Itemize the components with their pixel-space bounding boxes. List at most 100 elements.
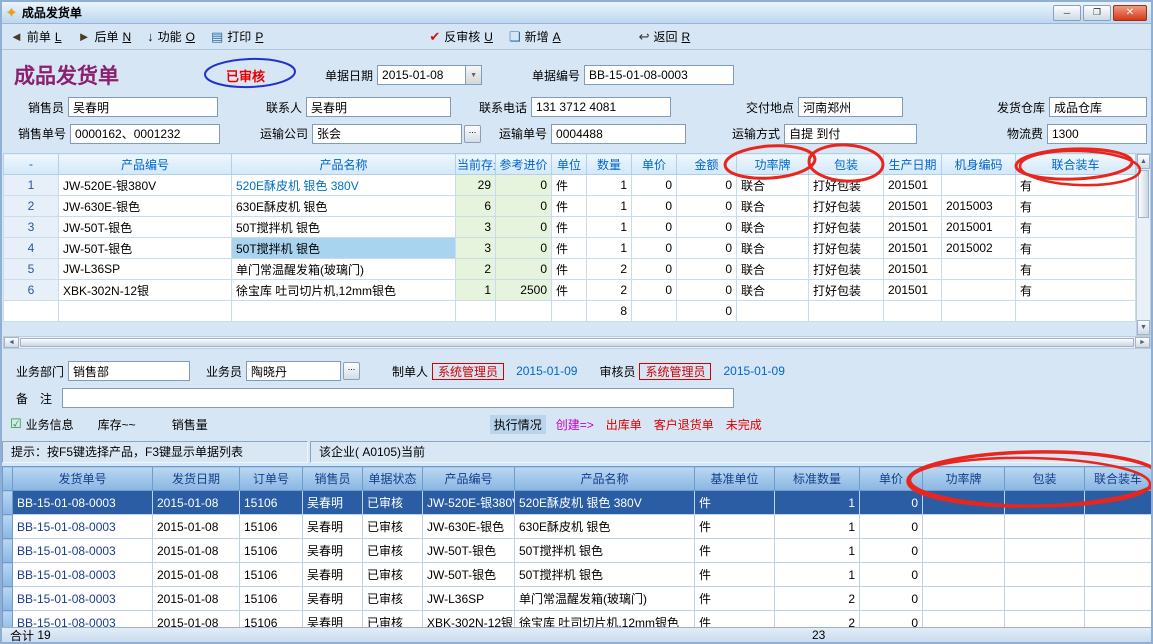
delivery-column-header[interactable]: 产品编号 bbox=[423, 467, 515, 491]
cell-product-code[interactable]: JW-520E-银380V bbox=[423, 491, 515, 515]
row-selector[interactable] bbox=[3, 491, 13, 515]
cell-product-code[interactable]: XBK-302N-12银 bbox=[59, 280, 232, 301]
transport-mode-input[interactable] bbox=[784, 124, 917, 144]
cell-package[interactable] bbox=[1005, 515, 1085, 539]
cell-salesman[interactable]: 吴春明 bbox=[303, 515, 363, 539]
sales-order-input[interactable] bbox=[70, 124, 220, 144]
cell-product-code[interactable]: JW-520E-银380V bbox=[59, 175, 232, 196]
cell-unit-price[interactable]: 0 bbox=[632, 280, 677, 301]
cell-product-name[interactable]: 630E酥皮机 银色 bbox=[232, 196, 456, 217]
cell-row-number[interactable]: 3 bbox=[4, 217, 59, 238]
cell-unit-price[interactable]: 0 bbox=[860, 491, 923, 515]
cell-product-name[interactable]: 50T搅拌机 银色 bbox=[232, 238, 456, 259]
cell-ref-price[interactable]: 0 bbox=[496, 175, 552, 196]
cell-package[interactable] bbox=[1005, 539, 1085, 563]
cell-product-code[interactable]: JW-L36SP bbox=[59, 259, 232, 280]
cell-base-unit[interactable]: 件 bbox=[695, 491, 775, 515]
auditor-value[interactable]: 系统管理员 bbox=[639, 363, 711, 380]
cell-row-number[interactable]: 6 bbox=[4, 280, 59, 301]
delivery-column-header[interactable]: 基准单位 bbox=[695, 467, 775, 491]
cell-joint-load[interactable] bbox=[1085, 539, 1152, 563]
phone-input[interactable] bbox=[531, 97, 671, 117]
scroll-down-icon[interactable]: ▼ bbox=[1137, 320, 1150, 335]
delivery-column-header[interactable]: 单据状态 bbox=[363, 467, 423, 491]
cell-amount[interactable]: 0 bbox=[677, 259, 737, 280]
detail-column-header[interactable]: 数量 bbox=[587, 154, 632, 175]
cell-production-date[interactable]: 201501 bbox=[884, 175, 942, 196]
delivery-column-header[interactable]: 标准数量 bbox=[775, 467, 860, 491]
cell-body-code[interactable]: 2015002 bbox=[942, 238, 1016, 259]
cell-doc-status[interactable]: 已审核 bbox=[363, 491, 423, 515]
cell-production-date[interactable]: 201501 bbox=[884, 259, 942, 280]
vertical-scroll-thumb[interactable] bbox=[1138, 170, 1149, 218]
cell-production-date[interactable]: 201501 bbox=[884, 196, 942, 217]
doc-date-dropdown-icon[interactable]: ▼ bbox=[465, 65, 482, 85]
maximize-button[interactable]: ❐ bbox=[1083, 5, 1111, 21]
cell-joint-load[interactable] bbox=[1085, 563, 1152, 587]
row-selector[interactable] bbox=[3, 587, 13, 611]
cell-joint-load[interactable]: 有 bbox=[1016, 175, 1136, 196]
cell-delivery-date[interactable]: 2015-01-08 bbox=[153, 491, 240, 515]
delivery-row[interactable]: BB-15-01-08-0003 2015-01-08 15106 吴春明 已审… bbox=[3, 491, 1152, 515]
cell-base-unit[interactable]: 件 bbox=[695, 515, 775, 539]
cell-product-name[interactable]: 520E酥皮机 银色 380V bbox=[232, 175, 456, 196]
cell-delivery-no[interactable]: BB-15-01-08-0003 bbox=[13, 491, 153, 515]
cell-salesman[interactable]: 吴春明 bbox=[303, 491, 363, 515]
cell-salesman[interactable]: 吴春明 bbox=[303, 563, 363, 587]
cell-quantity[interactable]: 1 bbox=[587, 196, 632, 217]
operator-input[interactable] bbox=[246, 361, 341, 381]
cell-power-brand[interactable]: 联合 bbox=[737, 196, 809, 217]
delivery-column-header[interactable]: 销售员 bbox=[303, 467, 363, 491]
cell-unit-price[interactable]: 0 bbox=[860, 539, 923, 563]
cell-quantity[interactable]: 1 bbox=[587, 217, 632, 238]
detail-column-header[interactable]: 单价 bbox=[632, 154, 677, 175]
cell-power-brand[interactable] bbox=[923, 539, 1005, 563]
cell-quantity[interactable]: 2 bbox=[587, 259, 632, 280]
delivery-row[interactable]: BB-15-01-08-0003 2015-01-08 15106 吴春明 已审… bbox=[3, 587, 1152, 611]
cell-product-name[interactable]: 徐宝库 吐司切片机,12mm银色 bbox=[232, 280, 456, 301]
cell-order-no[interactable]: 15106 bbox=[240, 563, 303, 587]
cell-joint-load[interactable]: 有 bbox=[1016, 196, 1136, 217]
cell-delivery-no[interactable]: BB-15-01-08-0003 bbox=[13, 515, 153, 539]
salesman-input[interactable] bbox=[68, 97, 218, 117]
cell-product-code[interactable]: JW-630E-银色 bbox=[423, 515, 515, 539]
cell-product-name[interactable]: 50T搅拌机 银色 bbox=[232, 217, 456, 238]
detail-column-header[interactable]: 当前存量 bbox=[456, 154, 496, 175]
cell-package[interactable]: 打好包装 bbox=[809, 196, 884, 217]
close-button[interactable]: ✕ bbox=[1113, 5, 1147, 21]
cell-base-unit[interactable]: 件 bbox=[695, 563, 775, 587]
detail-column-header[interactable]: - bbox=[4, 154, 59, 175]
row-selector[interactable] bbox=[3, 515, 13, 539]
cell-unit-price[interactable]: 0 bbox=[632, 196, 677, 217]
stock-link[interactable]: 库存~~ bbox=[98, 416, 136, 433]
detail-column-header[interactable]: 产品名称 bbox=[232, 154, 456, 175]
cell-product-code[interactable]: JW-50T-银色 bbox=[59, 217, 232, 238]
cell-power-brand[interactable]: 联合 bbox=[737, 238, 809, 259]
cell-ref-price[interactable]: 0 bbox=[496, 217, 552, 238]
detail-row[interactable]: 2 JW-630E-银色 630E酥皮机 银色 6 0 件 1 0 0 联合 打… bbox=[4, 196, 1136, 217]
cell-current-stock[interactable]: 29 bbox=[456, 175, 496, 196]
transport-company-input[interactable] bbox=[312, 124, 462, 144]
cell-body-code[interactable] bbox=[942, 259, 1016, 280]
scroll-right-icon[interactable]: ► bbox=[1135, 337, 1150, 348]
dept-input[interactable] bbox=[68, 361, 190, 381]
delivery-column-header[interactable]: 单价 bbox=[860, 467, 923, 491]
cell-power-brand[interactable] bbox=[923, 563, 1005, 587]
cell-ref-price[interactable]: 2500 bbox=[496, 280, 552, 301]
detail-column-header[interactable]: 联合装车 bbox=[1016, 154, 1136, 175]
doc-no-input[interactable] bbox=[584, 65, 734, 85]
logistics-fee-input[interactable] bbox=[1047, 124, 1147, 144]
execution-create[interactable]: 创建=> bbox=[556, 416, 594, 433]
delivery-column-header[interactable]: 发货日期 bbox=[153, 467, 240, 491]
cell-joint-load[interactable]: 有 bbox=[1016, 238, 1136, 259]
cell-package[interactable]: 打好包装 bbox=[809, 259, 884, 280]
cell-product-name[interactable]: 50T搅拌机 银色 bbox=[515, 539, 695, 563]
cell-current-stock[interactable]: 3 bbox=[456, 217, 496, 238]
cell-unit-price[interactable]: 0 bbox=[860, 587, 923, 611]
cell-base-unit[interactable]: 件 bbox=[695, 539, 775, 563]
cell-product-name[interactable]: 520E酥皮机 银色 380V bbox=[515, 491, 695, 515]
cell-unit-price[interactable]: 0 bbox=[860, 563, 923, 587]
cell-quantity[interactable]: 1 bbox=[587, 175, 632, 196]
cell-power-brand[interactable]: 联合 bbox=[737, 280, 809, 301]
detail-row[interactable]: 1 JW-520E-银380V 520E酥皮机 银色 380V 29 0 件 1… bbox=[4, 175, 1136, 196]
